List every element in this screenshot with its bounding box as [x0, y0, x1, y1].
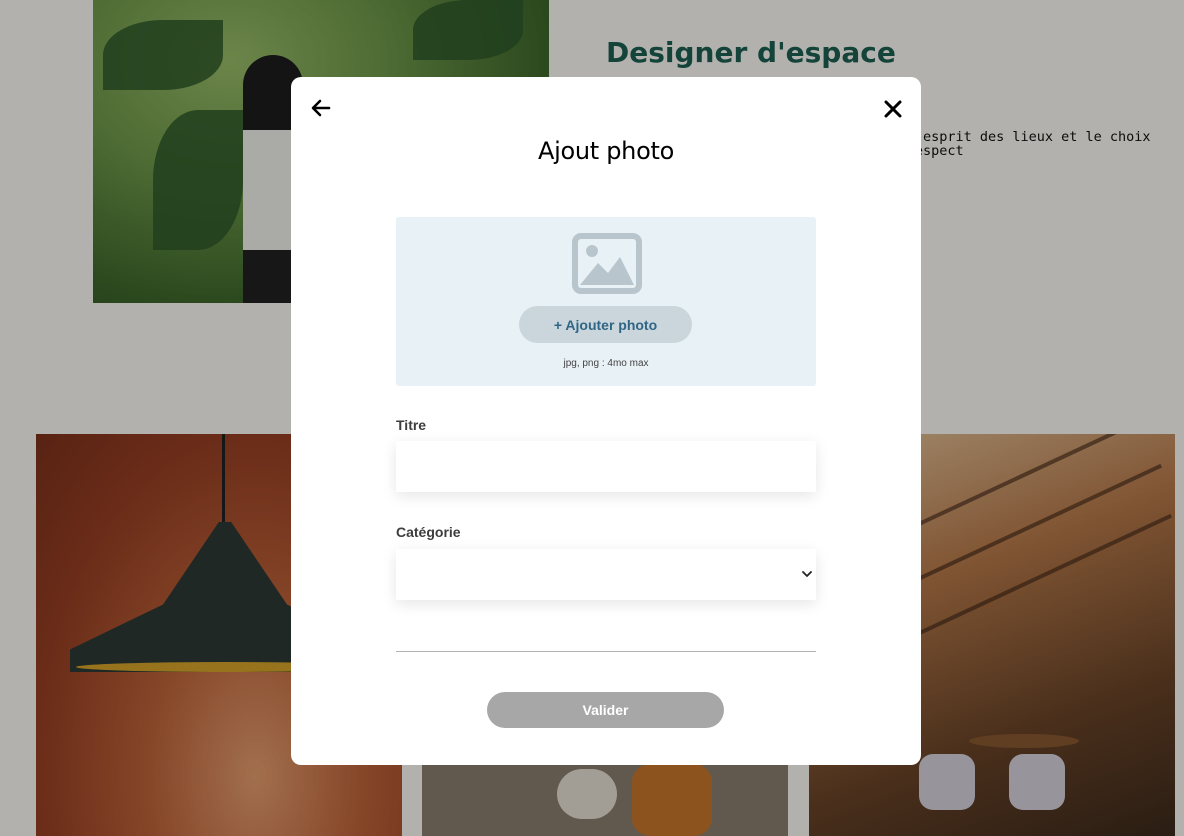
category-label: Catégorie: [396, 524, 461, 540]
upload-format-hint: jpg, png : 4mo max: [563, 358, 649, 369]
category-select[interactable]: [396, 549, 816, 600]
close-icon[interactable]: [881, 97, 905, 121]
modal-title: Ajout photo: [538, 137, 674, 165]
arrow-left-icon[interactable]: [309, 96, 333, 120]
image-placeholder-icon: [572, 233, 642, 294]
title-label: Titre: [396, 417, 427, 433]
form-divider: [396, 651, 816, 652]
title-input[interactable]: [396, 441, 816, 492]
add-photo-button[interactable]: + Ajouter photo: [519, 306, 692, 343]
chevron-down-icon: [802, 571, 812, 577]
submit-button[interactable]: Valider: [487, 692, 724, 728]
add-photo-modal: Ajout photo + Ajouter photo jpg, png : 4…: [291, 77, 921, 765]
photo-upload-zone[interactable]: + Ajouter photo jpg, png : 4mo max: [396, 217, 816, 386]
